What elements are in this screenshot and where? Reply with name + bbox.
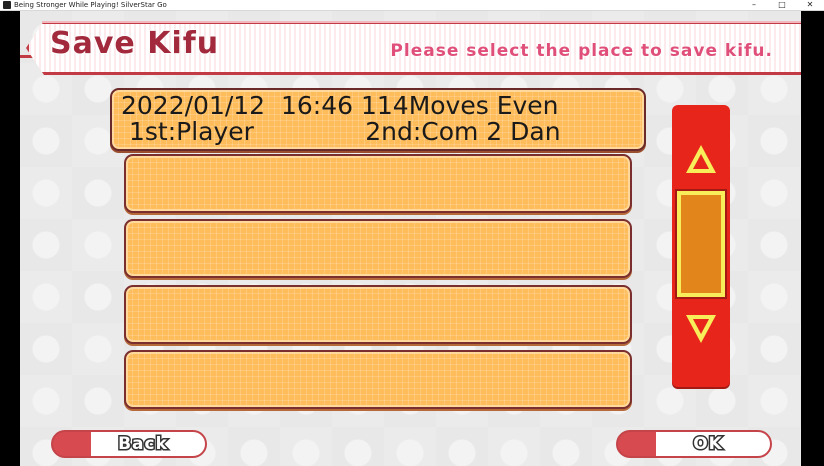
page-instruction: Please select the place to save kifu. — [390, 41, 773, 61]
scrollbar[interactable] — [672, 105, 730, 387]
window-title: Being Stronger While Playing! SilverStar… — [14, 1, 167, 9]
slot-1-players: 1st:Player 2nd:Com 2 Dan — [129, 117, 561, 146]
triangle-down-icon[interactable] — [683, 311, 719, 347]
save-slot-4[interactable] — [124, 285, 632, 344]
scrollbar-thumb[interactable] — [677, 191, 725, 297]
ok-button[interactable]: OK — [616, 430, 772, 458]
page-title: Save Kifu — [49, 26, 220, 62]
ok-button-label: OK — [692, 433, 724, 456]
triangle-up-icon[interactable] — [683, 141, 719, 177]
save-slot-1[interactable]: 2022/01/12 16:46 114Moves Even 1st:Playe… — [110, 88, 646, 151]
back-button-label: Back — [117, 433, 169, 456]
save-slot-3[interactable] — [124, 219, 632, 278]
game-screen: Save Kifu Please select the place to sav… — [20, 11, 801, 466]
window-titlebar: Being Stronger While Playing! SilverStar… — [0, 0, 824, 11]
app-icon — [3, 1, 11, 9]
close-button[interactable]: ✕ — [796, 0, 824, 10]
maximize-button[interactable]: □ — [768, 0, 796, 10]
save-slot-5[interactable] — [124, 350, 632, 409]
minimize-button[interactable]: – — [740, 0, 768, 10]
slot-1-date-info: 2022/01/12 16:46 114Moves Even — [121, 91, 559, 120]
back-button[interactable]: Back — [51, 430, 207, 458]
save-slot-2[interactable] — [124, 154, 632, 213]
